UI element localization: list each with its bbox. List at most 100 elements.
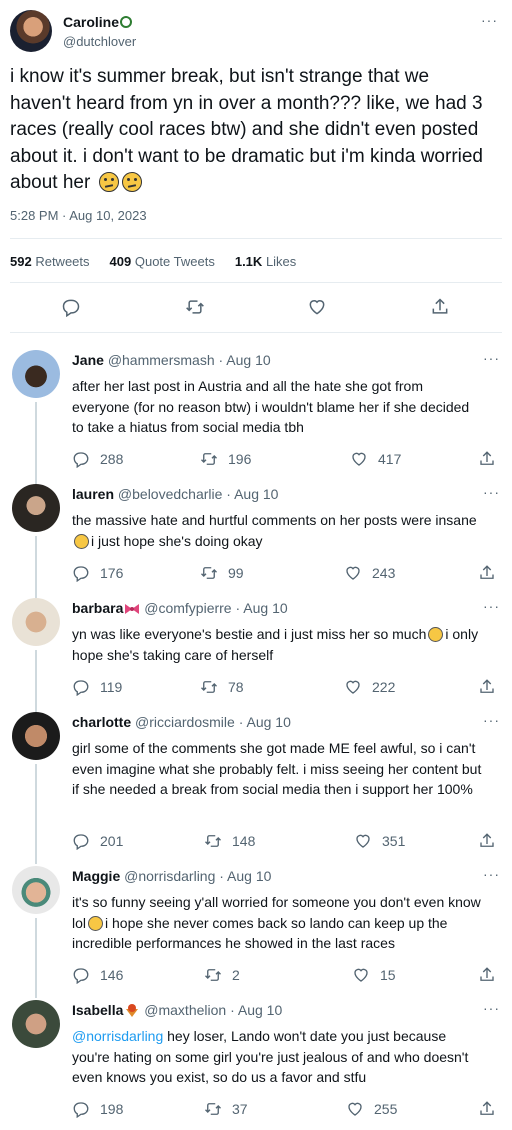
heart-icon [348, 1102, 362, 1116]
like-button[interactable]: 243 [344, 564, 395, 582]
author-handle[interactable]: @ricciardosmile [135, 714, 235, 730]
retweet-button[interactable]: 78 [200, 678, 244, 696]
reply-date[interactable]: · Aug 10 [235, 600, 287, 616]
reply-header: lauren @belovedcharlie · Aug 10 [72, 486, 278, 502]
share-button[interactable] [478, 966, 496, 984]
author-name[interactable]: barbara [72, 600, 123, 616]
reply-button[interactable]: 146 [72, 966, 123, 984]
likes-stat[interactable]: 1.1K Likes [235, 254, 296, 269]
like-button[interactable]: 255 [346, 1100, 397, 1118]
retweet-count: 148 [232, 833, 256, 849]
avatar[interactable] [10, 10, 52, 52]
author-name[interactable]: charlotte [72, 714, 131, 730]
share-button[interactable] [478, 832, 496, 850]
like-button[interactable] [300, 290, 334, 324]
tweet-text-body: i know it's summer break, but isn't stra… [10, 66, 483, 193]
avatar[interactable] [12, 598, 60, 646]
retweet-icon [205, 1103, 221, 1115]
divider [10, 238, 502, 239]
share-button[interactable] [478, 564, 496, 582]
reply-button[interactable]: 201 [72, 832, 123, 850]
like-button[interactable]: 351 [354, 832, 405, 850]
author-handle[interactable]: @comfypierre [144, 600, 231, 616]
reply-button[interactable]: 198 [72, 1100, 123, 1118]
thread-line [35, 536, 37, 598]
crying-face-emoji [428, 627, 444, 642]
reply-date[interactable]: · Aug 10 [226, 486, 278, 502]
avatar[interactable] [12, 350, 60, 398]
author-name[interactable]: Maggie [72, 868, 120, 884]
reply-date[interactable]: · Aug 10 [219, 868, 271, 884]
avatar[interactable] [12, 712, 60, 760]
avatar[interactable] [12, 1000, 60, 1048]
author-name[interactable]: Jane [72, 352, 104, 368]
more-icon[interactable]: ··· [483, 598, 500, 614]
avatar[interactable] [12, 484, 60, 532]
reply-date[interactable]: · Aug 10 [239, 714, 291, 730]
retweet-button[interactable]: 196 [200, 450, 251, 468]
reply-actions: 146 2 15 [72, 966, 502, 988]
reply-date[interactable]: · Aug 10 [230, 1002, 282, 1018]
reply-count: 198 [100, 1101, 124, 1117]
share-button[interactable] [478, 678, 496, 696]
like-button[interactable]: 15 [352, 966, 396, 984]
reply-header: Isabella @maxthelion · Aug 10 [72, 1002, 282, 1018]
like-button[interactable]: 222 [344, 678, 395, 696]
reply-text-part: i hope she never comes back so lando can… [72, 914, 448, 952]
retweets-stat[interactable]: 592 Retweets [10, 254, 90, 269]
retweet-count: 99 [228, 565, 244, 581]
share-icon [480, 1101, 494, 1115]
author-name[interactable]: Isabella [72, 1002, 123, 1018]
more-icon[interactable]: ··· [483, 1000, 500, 1016]
like-button[interactable]: 417 [350, 450, 401, 468]
author-handle[interactable]: @maxthelion [144, 1002, 226, 1018]
flower-emoji [120, 16, 133, 28]
author-handle[interactable]: @norrisdarling [124, 868, 215, 884]
retweet-button[interactable]: 37 [204, 1100, 248, 1118]
reply-button[interactable]: 176 [72, 564, 123, 582]
author-name[interactable]: Caroline [63, 14, 133, 30]
reply-count: 288 [100, 451, 124, 467]
retweet-button[interactable]: 148 [204, 832, 255, 850]
avatar[interactable] [12, 866, 60, 914]
thread-line [35, 764, 37, 864]
like-count: 15 [380, 967, 396, 983]
share-button[interactable] [423, 290, 457, 324]
ribbon-emoji [125, 604, 140, 614]
retweet-button[interactable]: 2 [204, 966, 240, 984]
retweet-icon [201, 681, 217, 693]
author-name[interactable]: lauren [72, 486, 114, 502]
thread-line [35, 402, 37, 484]
reply-button[interactable] [54, 290, 88, 324]
retweet-button[interactable]: 99 [200, 564, 244, 582]
share-icon [480, 833, 494, 847]
quote-tweets-stat[interactable]: 409 Quote Tweets [110, 254, 215, 269]
reply-icon [73, 452, 89, 468]
more-icon[interactable]: ··· [483, 350, 500, 366]
retweet-button[interactable] [178, 290, 212, 324]
share-button[interactable] [478, 1100, 496, 1118]
engagement-stats: 592 Retweets 409 Quote Tweets 1.1K Likes [10, 254, 296, 269]
reply-date[interactable]: · Aug 10 [219, 352, 271, 368]
author-handle[interactable]: @belovedcharlie [118, 486, 223, 502]
retweet-count: 196 [228, 451, 252, 467]
share-button[interactable] [478, 450, 496, 468]
quotes-count: 409 [109, 254, 132, 269]
reply-button[interactable]: 288 [72, 450, 123, 468]
reply-button[interactable]: 119 [72, 678, 122, 696]
reply-header: barbara @comfypierre · Aug 10 [72, 600, 288, 616]
mention-link[interactable]: @norrisdarling [72, 1028, 163, 1044]
timestamp[interactable]: 5:28 PM · Aug 10, 2023 [10, 208, 147, 223]
reply-text: after her last post in Austria and all t… [72, 378, 470, 435]
more-icon[interactable]: ··· [483, 712, 500, 728]
author-name-text[interactable]: Caroline [63, 14, 119, 30]
reply-actions: 201 148 351 [72, 832, 502, 854]
more-icon[interactable]: ··· [481, 12, 498, 28]
more-icon[interactable]: ··· [483, 866, 500, 882]
author-handle[interactable]: @dutchlover [63, 34, 136, 49]
author-handle[interactable]: @hammersmash [108, 352, 215, 368]
share-icon [480, 451, 494, 465]
reply-actions: 198 37 255 [72, 1100, 502, 1122]
more-icon[interactable]: ··· [483, 484, 500, 500]
like-count: 222 [372, 679, 396, 695]
